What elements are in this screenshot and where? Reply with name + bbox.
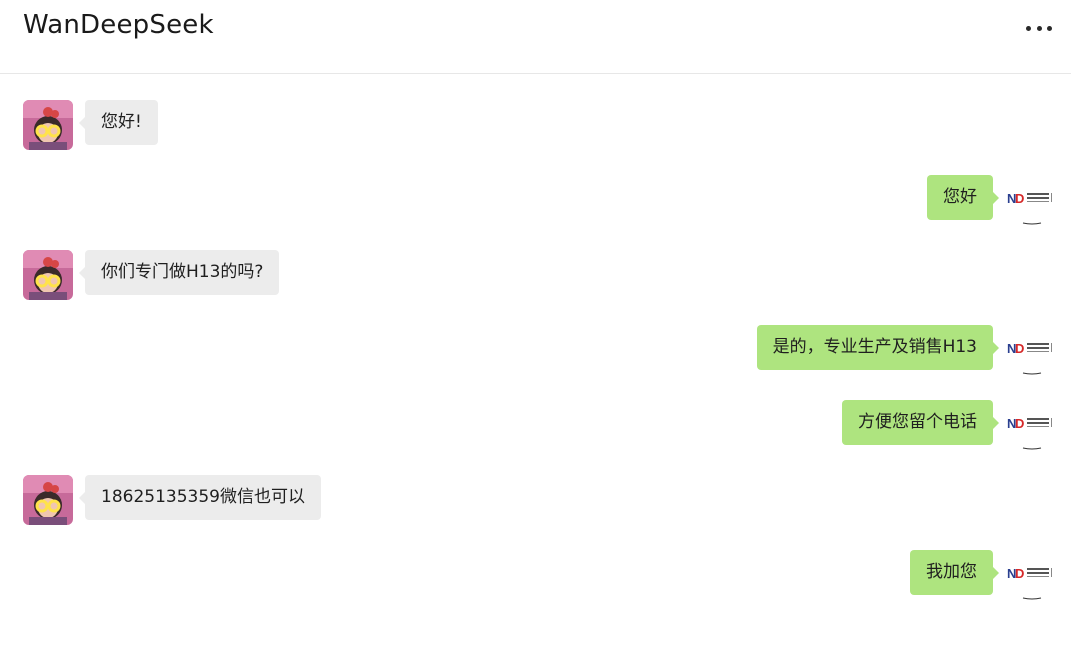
message-bubble-outgoing[interactable]: 方便您留个电话 — [842, 400, 999, 445]
chat-title: WanDeepSeek — [23, 10, 214, 40]
message-bubble-incoming[interactable]: 您好! — [79, 100, 158, 145]
user-avatar[interactable]: N D — [1007, 175, 1057, 225]
user-avatar[interactable]: N D — [1007, 400, 1057, 450]
message-list[interactable]: 您好! 您好 N D 你们专门做H13的吗? 是的，专业生产及销售H13 N D… — [0, 75, 1071, 645]
more-dot — [1026, 25, 1031, 31]
chat-header: WanDeepSeek — [0, 0, 1071, 74]
message-bubble-outgoing[interactable]: 是的，专业生产及销售H13 — [756, 325, 1000, 370]
message-bubble-outgoing[interactable]: 我加您 — [910, 550, 999, 595]
more-dot — [1047, 25, 1052, 31]
user-avatar[interactable]: N D — [1007, 550, 1057, 600]
contact-avatar[interactable] — [23, 250, 73, 300]
more-dot — [1036, 25, 1042, 31]
svg-text:D: D — [1015, 416, 1024, 431]
svg-text:D: D — [1015, 341, 1024, 356]
svg-text:D: D — [1015, 566, 1024, 581]
message-bubble-incoming[interactable]: 18625135359微信也可以 — [79, 475, 321, 520]
svg-text:D: D — [1015, 191, 1024, 206]
message-bubble-incoming[interactable]: 你们专门做H13的吗? — [78, 250, 280, 295]
more-options-icon[interactable] — [1026, 22, 1052, 34]
user-avatar[interactable]: N D — [1007, 325, 1057, 375]
contact-avatar[interactable] — [23, 100, 73, 150]
contact-avatar[interactable] — [23, 475, 73, 525]
message-bubble-outgoing[interactable]: 您好 — [927, 175, 999, 220]
